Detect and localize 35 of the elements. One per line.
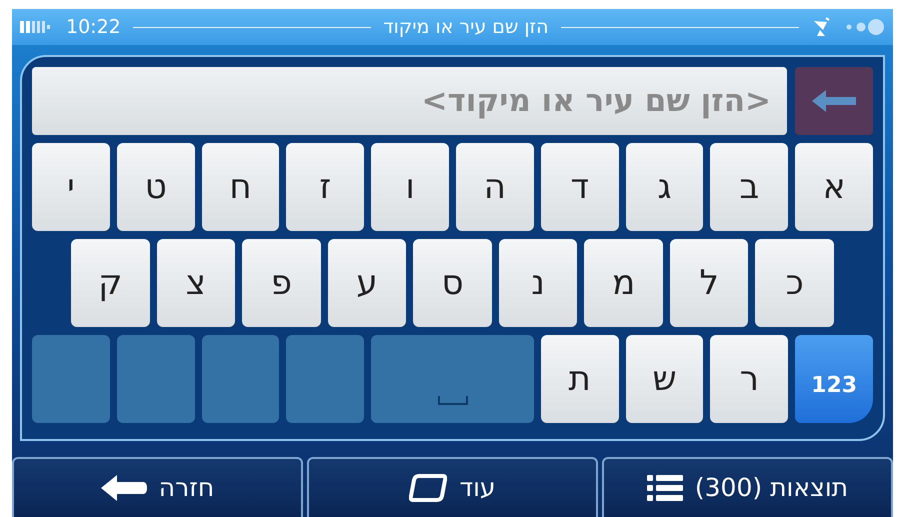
letter-key[interactable]: ג	[626, 143, 704, 231]
left-arrow-icon	[812, 90, 856, 112]
letter-key[interactable]: ס	[413, 239, 492, 327]
left-arrow-icon	[100, 475, 147, 501]
letter-key[interactable]: ר	[710, 335, 788, 423]
letter-key[interactable]: ה	[456, 143, 534, 231]
letter-key[interactable]: ט	[116, 143, 195, 231]
screen-title: הזן שם עיר או מיקוד	[383, 14, 549, 40]
letter-key[interactable]: ד	[540, 143, 619, 231]
clock: 10:22	[66, 14, 121, 40]
backspace-button[interactable]	[795, 67, 873, 135]
back-button[interactable]: חזרה	[12, 457, 303, 517]
letter-key[interactable]: ת	[540, 335, 619, 423]
letter-key[interactable]: ע	[328, 239, 406, 327]
letter-key[interactable]: ח	[202, 143, 280, 231]
letter-key[interactable]: כ	[755, 239, 834, 327]
letter-key[interactable]: צ	[156, 239, 236, 327]
more-button[interactable]: עוד	[307, 457, 598, 517]
search-field[interactable]: <הזן שם עיר או מיקוד>	[32, 67, 787, 135]
dots-icon	[845, 18, 885, 36]
letter-key[interactable]: ש	[626, 335, 704, 423]
list-icon	[646, 474, 683, 502]
letter-key[interactable]: מ	[584, 239, 663, 327]
letter-key[interactable]: ק	[71, 239, 150, 327]
letter-key[interactable]: ב	[710, 143, 788, 231]
results-button[interactable]: תוצאות (300)	[602, 457, 893, 517]
numbers-key[interactable]: 123	[795, 335, 873, 423]
letter-key[interactable]: ז	[286, 143, 364, 231]
letter-key[interactable]: נ	[498, 239, 578, 327]
space-icon	[438, 396, 468, 405]
letter-key[interactable]: פ	[242, 239, 321, 327]
letter-key[interactable]: ו	[371, 143, 449, 231]
letter-key[interactable]: א	[795, 143, 873, 231]
letter-key[interactable]: י	[32, 143, 110, 231]
letter-key[interactable]: ל	[670, 239, 748, 327]
